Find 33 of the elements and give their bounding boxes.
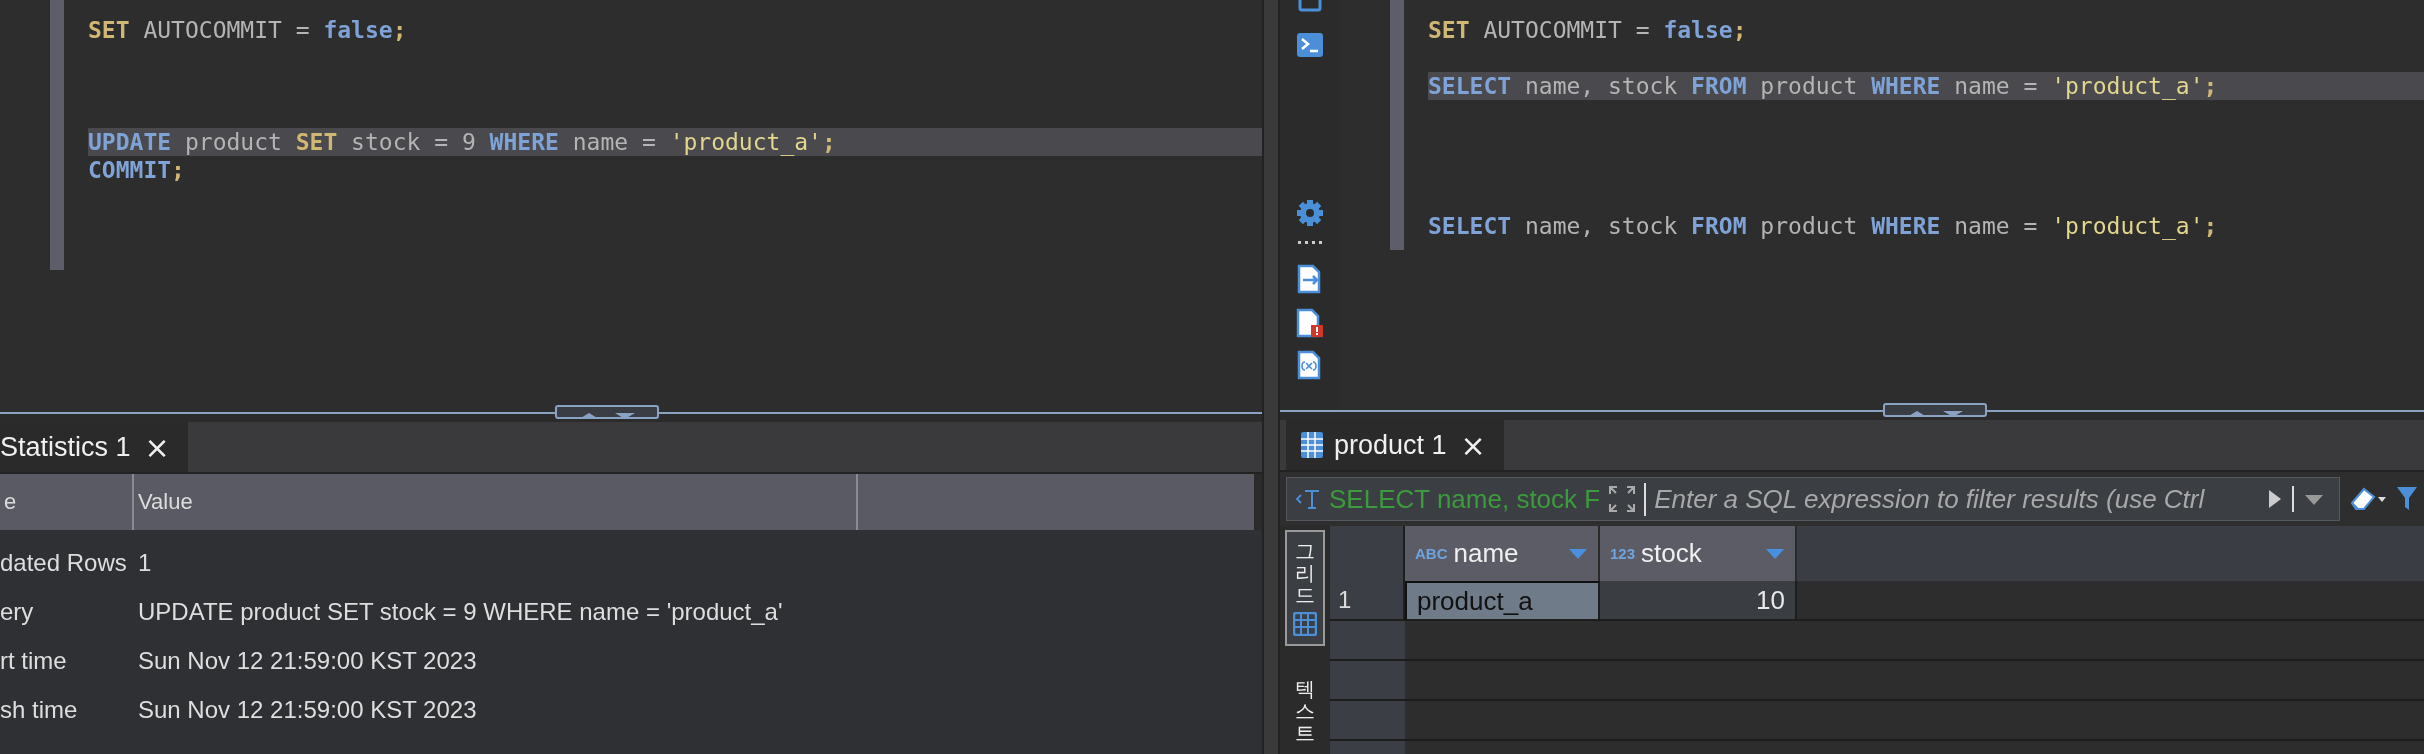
document-warning-icon[interactable] (1296, 308, 1324, 338)
table-cell-text: rt time (0, 646, 68, 675)
more-icon[interactable] (1296, 240, 1324, 246)
document-icon[interactable] (1297, 0, 1323, 12)
view-tab[interactable]: 그리드 (1285, 530, 1325, 646)
close-button[interactable]: × (1456, 427, 1490, 463)
terminal-icon[interactable] (1296, 32, 1324, 58)
table-cell-text: Sun Nov 12 21:59:00 KST 2023 (137, 646, 478, 675)
expand-icon[interactable] (1608, 485, 1637, 514)
column-header[interactable]: ABC name (1405, 526, 1600, 581)
column-header[interactable]: 123 stock (1600, 526, 1797, 581)
play-icon[interactable] (2267, 488, 2283, 511)
variables-icon[interactable] (1297, 350, 1323, 380)
table-cell-text: sh time (0, 695, 79, 724)
gear-icon[interactable] (1295, 198, 1325, 228)
table-cell-text: dated Rows (0, 548, 128, 577)
table-cell-text: ery (0, 597, 35, 626)
query-text: SELECT name, stock F (1329, 483, 1601, 515)
splitter-handle[interactable] (1883, 403, 1987, 418)
export-icon[interactable] (1297, 264, 1323, 294)
splitter-handle[interactable] (555, 405, 659, 419)
table-cell-text: UPDATE product SET stock = 9 WHERE name = 'product_a' (137, 597, 784, 626)
table-cell-text: 1 (137, 548, 153, 577)
view-tab[interactable]: 텍스트 (1285, 668, 1325, 754)
results-tab[interactable]: Statistics 1 × (0, 422, 188, 472)
table-cell[interactable]: 10 (1600, 581, 1797, 621)
results-tab[interactable]: product 1 × (1286, 420, 1504, 471)
table-icon (1300, 431, 1324, 460)
table-cell-text: Sun Nov 12 21:59:00 KST 2023 (137, 695, 478, 724)
close-button[interactable]: × (140, 429, 174, 465)
grid-icon (1293, 612, 1317, 636)
sql-text-icon (1295, 488, 1321, 511)
table-cell[interactable]: product_a (1405, 581, 1600, 621)
